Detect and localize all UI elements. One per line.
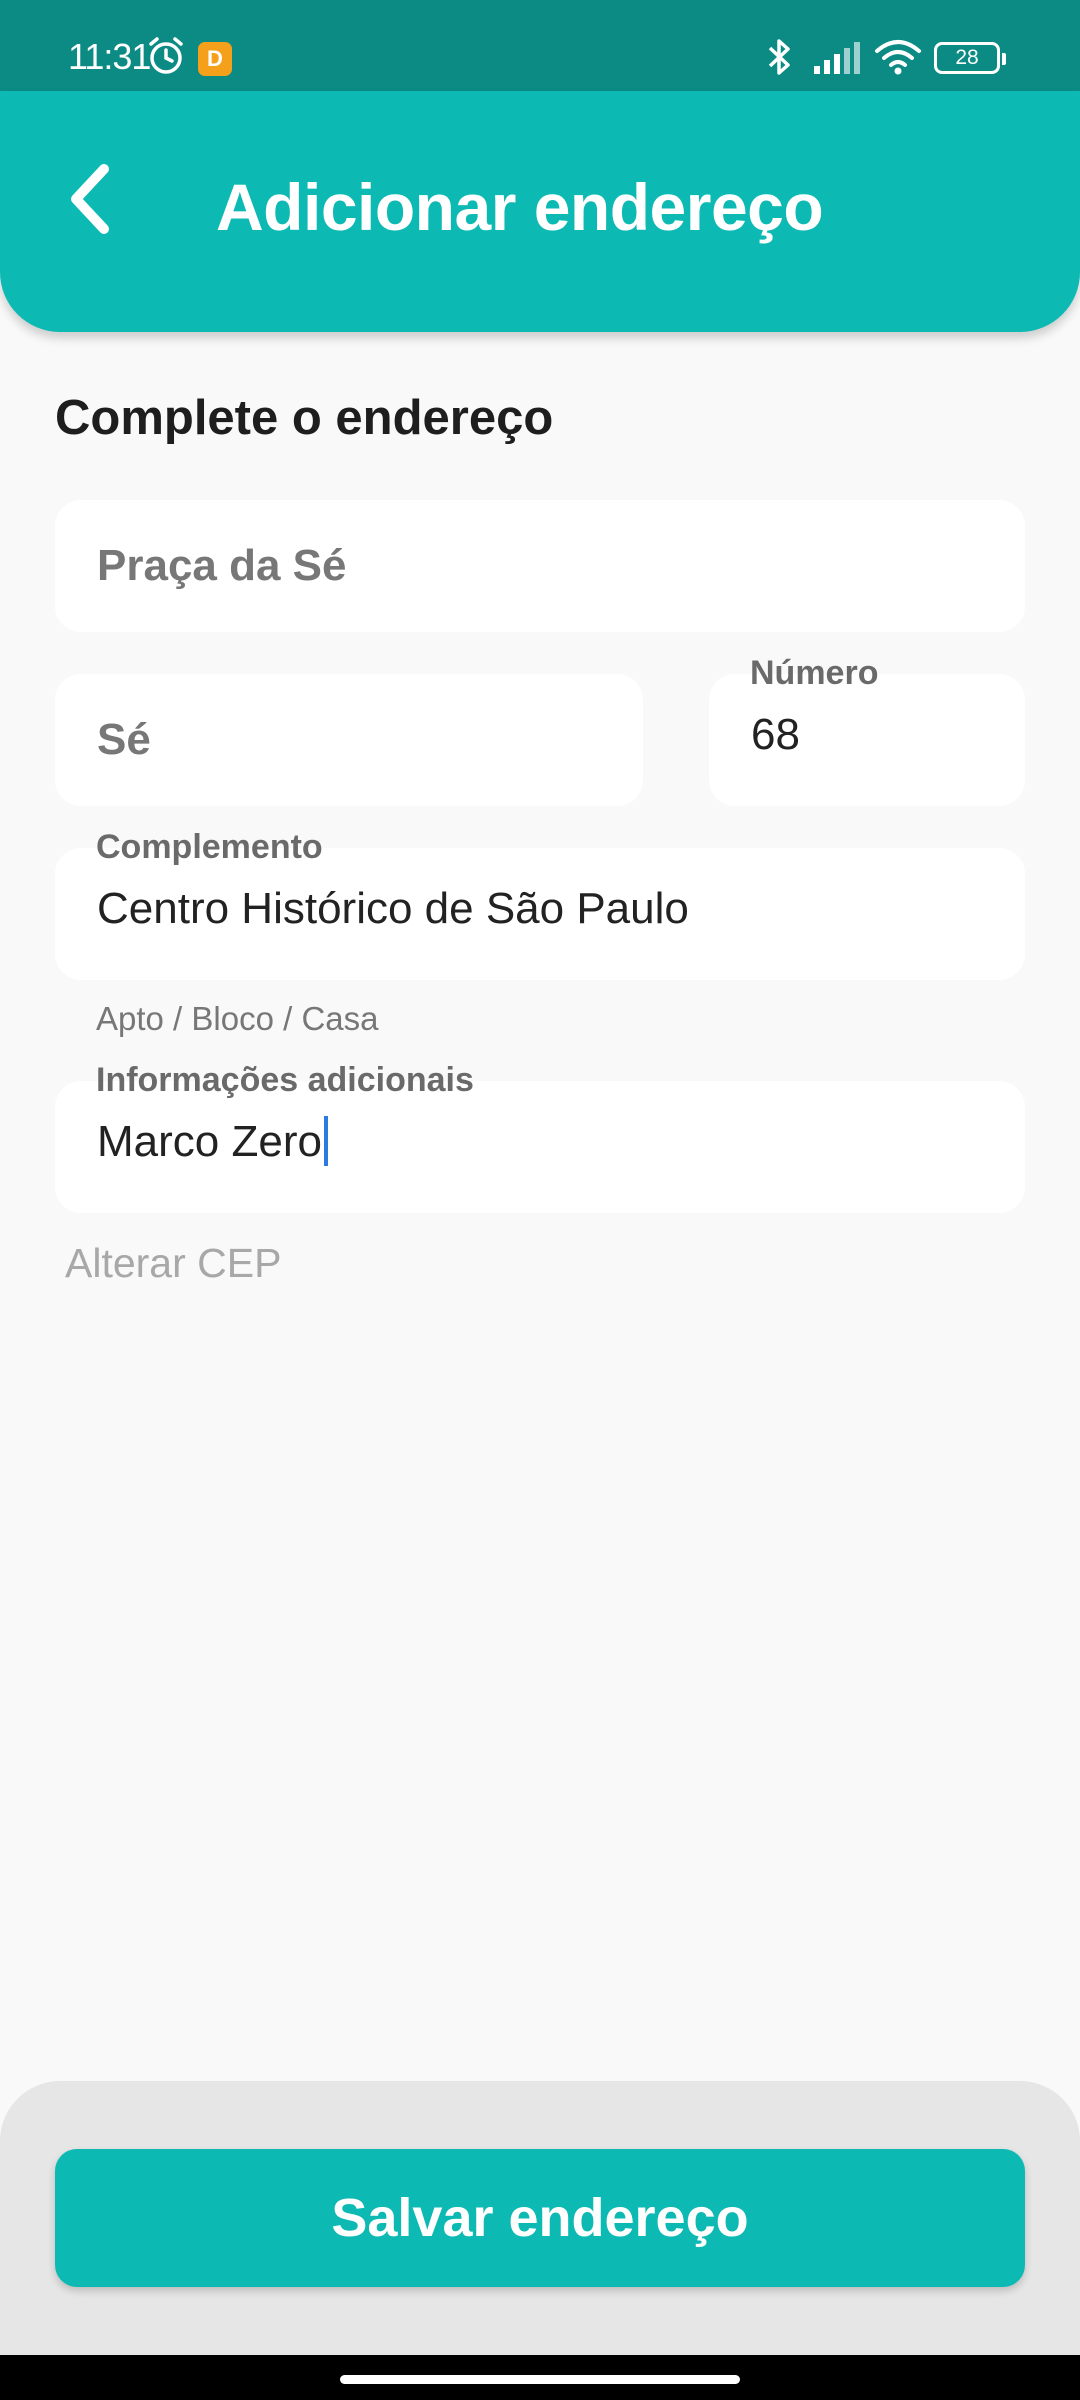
chevron-left-icon — [71, 164, 109, 234]
status-bar: 11:31 D 28 — [0, 0, 1080, 91]
notification-app-icon: D — [198, 42, 232, 76]
additional-info-value: Marco Zero — [97, 1116, 328, 1167]
complement-value: Centro Histórico de São Paulo — [97, 884, 689, 933]
number-label: Número — [750, 654, 879, 692]
back-button[interactable] — [44, 151, 140, 247]
complement-helper-text: Apto / Bloco / Casa — [96, 1000, 379, 1037]
battery-level: 28 — [955, 46, 979, 69]
number-field[interactable]: 68 — [709, 674, 1025, 806]
neighborhood-value: Sé — [97, 715, 151, 764]
complement-field[interactable]: Centro Histórico de São Paulo — [55, 848, 1025, 980]
change-cep-link[interactable]: Alterar CEP — [65, 1240, 281, 1287]
additional-info-text: Marco Zero — [97, 1117, 322, 1166]
additional-info-field[interactable]: Marco Zero — [55, 1081, 1025, 1213]
neighborhood-field[interactable]: Sé — [55, 674, 643, 806]
wifi-icon — [875, 40, 921, 75]
app-bar: Adicionar endereço — [0, 91, 1080, 332]
home-indicator[interactable] — [340, 2375, 740, 2384]
save-address-button[interactable]: Salvar endereço — [55, 2149, 1025, 2287]
text-cursor — [323, 1116, 328, 1167]
number-value: 68 — [751, 710, 800, 759]
signal-icon — [814, 42, 860, 74]
status-time: 11:31 — [68, 36, 151, 77]
street-value: Praça da Sé — [97, 541, 347, 590]
alarm-icon — [149, 37, 183, 74]
street-field[interactable]: Praça da Sé — [55, 500, 1025, 632]
section-title: Complete o endereço — [55, 391, 554, 445]
page-title: Adicionar endereço — [216, 170, 824, 244]
bluetooth-icon — [768, 39, 790, 75]
complement-label: Complemento — [96, 828, 323, 866]
battery-icon: 28 — [934, 42, 1006, 74]
navigation-bar — [0, 2355, 1080, 2400]
additional-info-label: Informações adicionais — [96, 1061, 474, 1099]
